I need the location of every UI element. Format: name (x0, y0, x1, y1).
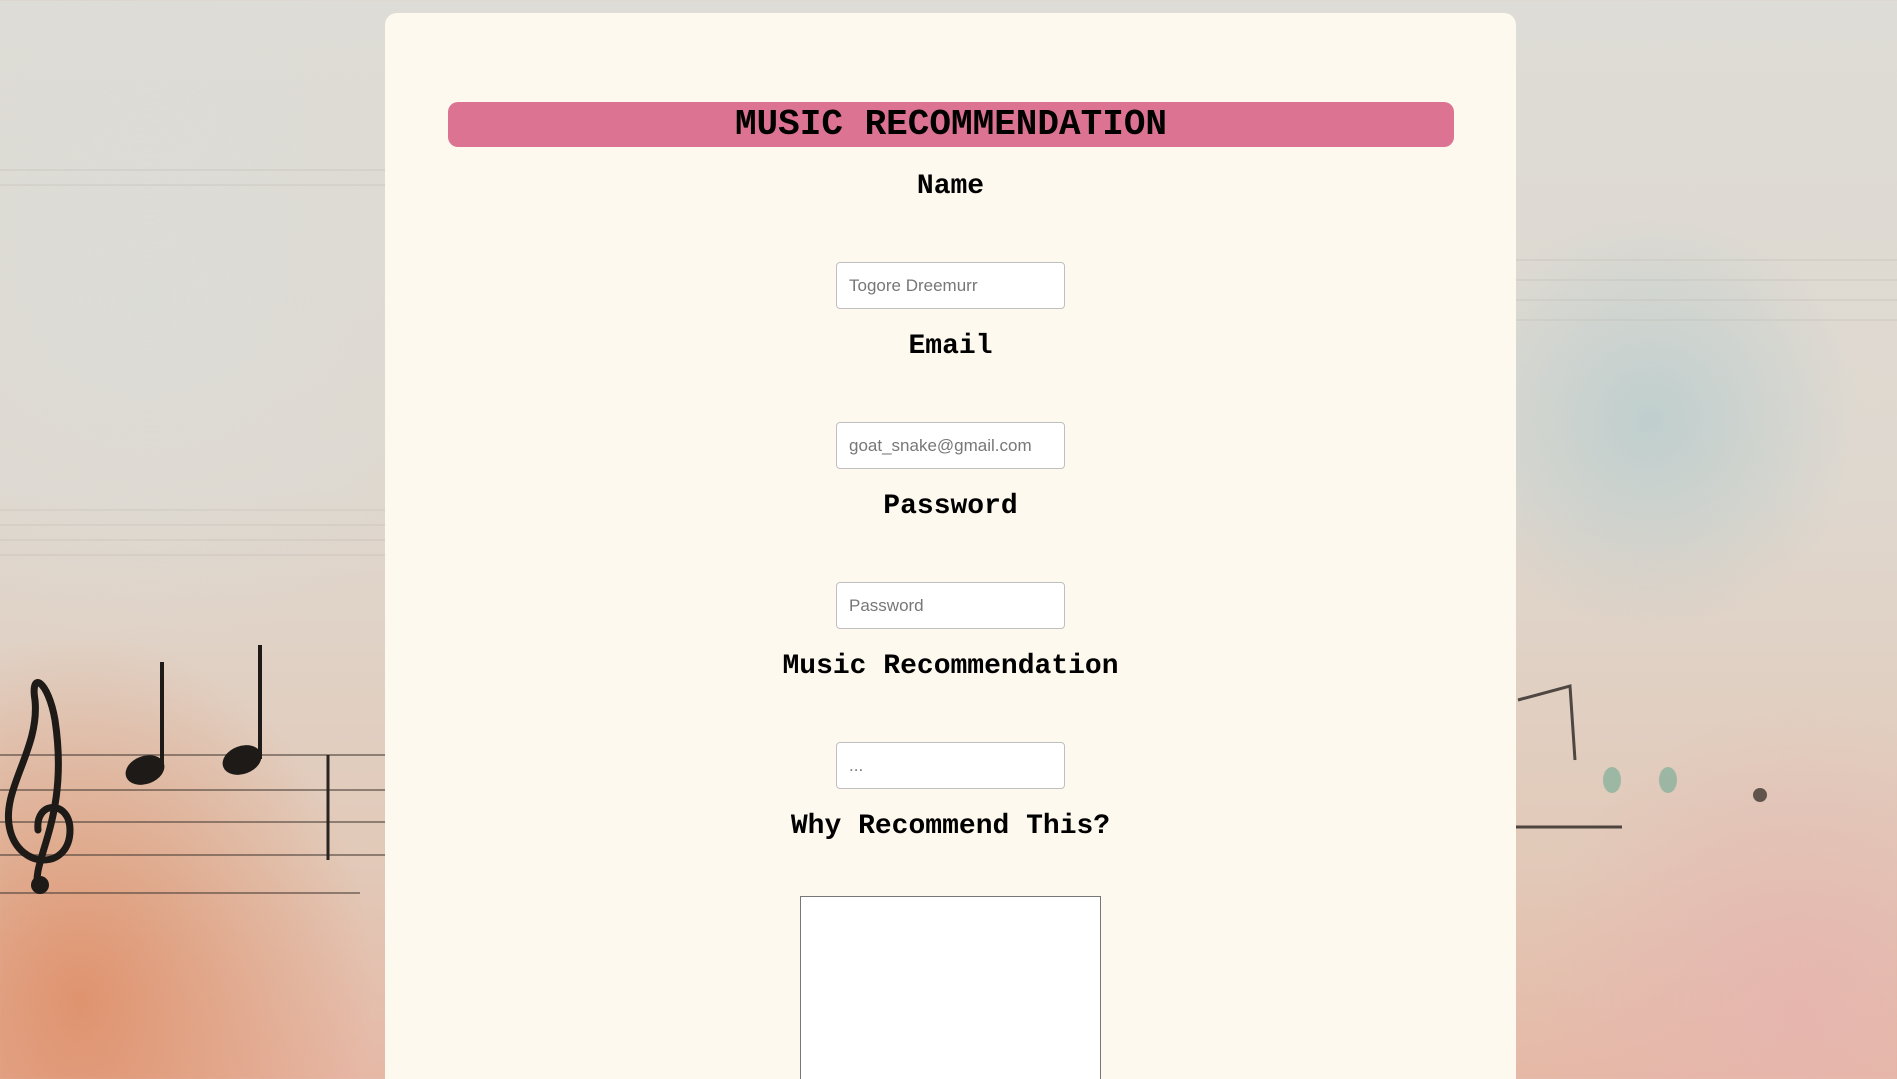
email-label: Email (908, 331, 993, 362)
music-recommendation-input[interactable] (836, 742, 1065, 789)
email-input[interactable] (836, 422, 1065, 469)
name-label: Name (916, 171, 985, 202)
treble-clef-icon (5, 679, 74, 894)
form-card: MUSIC RECOMMENDATION Name Email Password… (385, 13, 1516, 1079)
why-recommend-textarea[interactable] (800, 896, 1101, 1079)
music-notes-icon (125, 645, 262, 785)
password-input[interactable] (836, 582, 1065, 629)
page-title: MUSIC RECOMMENDATION (734, 104, 1168, 145)
music-recommendation-label: Music Recommendation (782, 651, 1119, 682)
password-label: Password (883, 491, 1018, 522)
name-input[interactable] (836, 262, 1065, 309)
why-recommend-label: Why Recommend This? (790, 811, 1111, 842)
title-banner: MUSIC RECOMMENDATION (448, 102, 1454, 147)
right-notes-icon (1516, 684, 1622, 829)
